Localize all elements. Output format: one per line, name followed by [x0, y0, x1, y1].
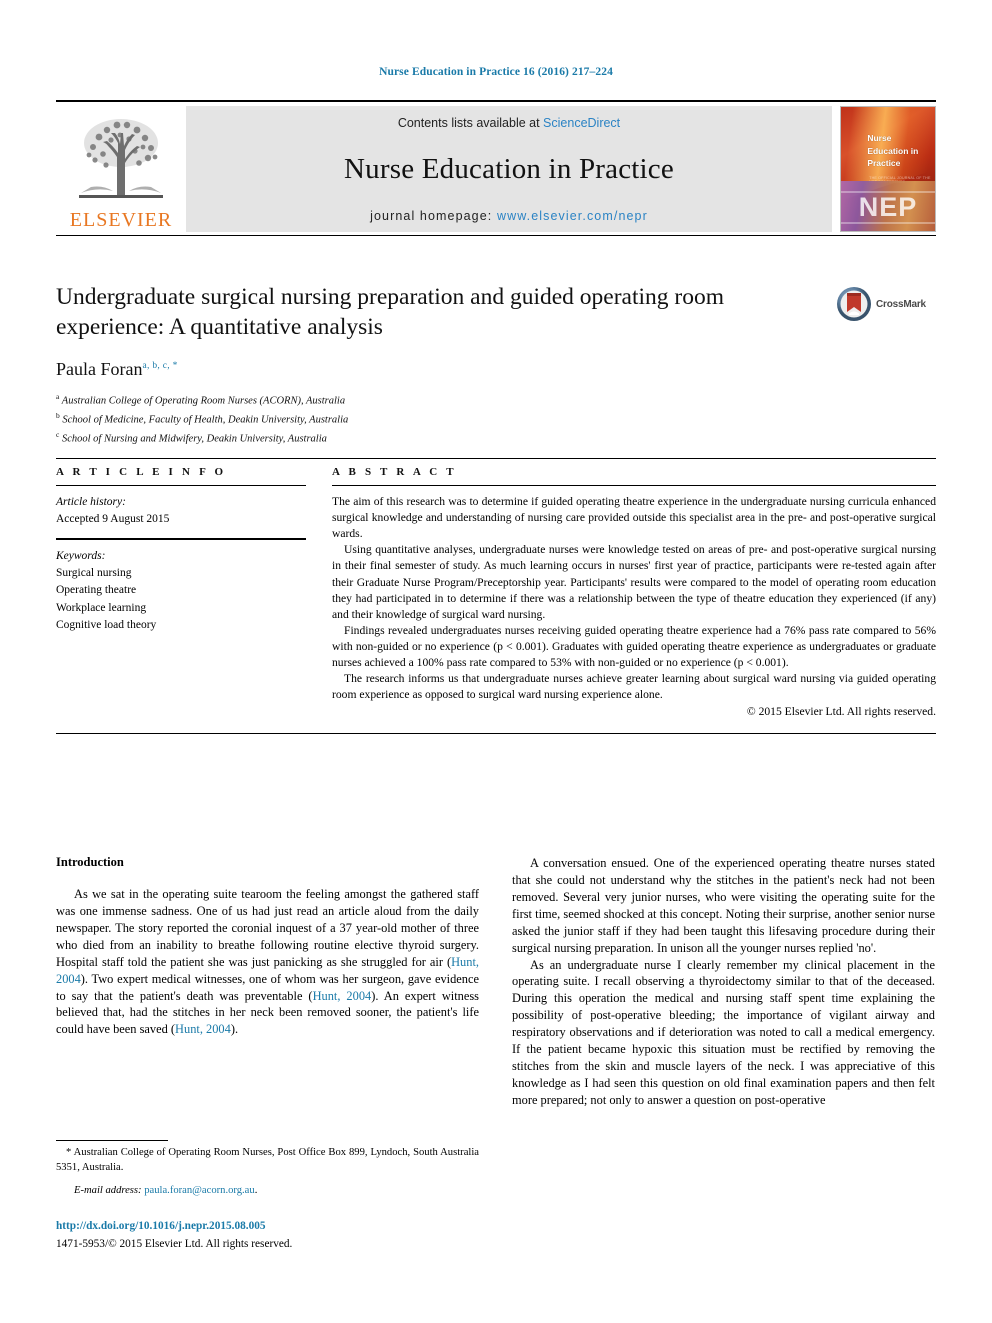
- keyword-item: Operating theatre: [56, 584, 137, 597]
- affiliation-text: School of Medicine, Faculty of Health, D…: [62, 414, 349, 426]
- email-label: E-mail address:: [74, 1184, 142, 1196]
- title-block: CrossMark Undergraduate surgical nursing…: [56, 283, 936, 448]
- body-left-column: Introduction As we sat in the operating …: [56, 855, 479, 1109]
- abstract-rule: [332, 485, 936, 486]
- article-info-column: A R T I C L E I N F O Article history: A…: [56, 466, 306, 721]
- keywords-list: Surgical nursing Operating theatre Workp…: [56, 565, 306, 635]
- author-line: Paula Forana, b, c, *: [56, 359, 936, 380]
- body-text-fragment: As we sat in the operating suite tearoom…: [56, 887, 479, 969]
- cover-acronym: NEP: [858, 192, 918, 223]
- journal-homepage-line: journal homepage: www.elsevier.com/nepr: [370, 209, 648, 223]
- elsevier-wordmark: ELSEVIER: [69, 209, 173, 231]
- sciencedirect-link[interactable]: ScienceDirect: [543, 116, 620, 130]
- author-name: Paula Foran: [56, 358, 143, 379]
- affiliation-text: School of Nursing and Midwifery, Deakin …: [61, 433, 327, 445]
- running-head: Nurse Education in Practice 16 (2016) 21…: [379, 66, 613, 78]
- footnote-address-text: Australian College of Operating Room Nur…: [56, 1147, 479, 1173]
- body-paragraph: As an undergraduate nurse I clearly reme…: [512, 957, 935, 1107]
- info-abstract-top-rule: [56, 458, 936, 459]
- cover-title-line-3: Practice: [867, 158, 901, 169]
- info-abstract-bottom-rule: [56, 732, 936, 734]
- footnote-marker: *: [66, 1147, 72, 1158]
- article-info-heading: A R T I C L E I N F O: [56, 466, 227, 478]
- elsevier-tree-icon: [79, 119, 163, 198]
- crossmark-icon: [837, 287, 871, 321]
- body-text-fragment: ).: [230, 1022, 239, 1037]
- crossmark-badge[interactable]: CrossMark: [836, 286, 936, 322]
- author-affiliation-marks: a, b, c, *: [142, 360, 178, 371]
- footnote-rule: [56, 1140, 168, 1141]
- affiliation-mark: c: [56, 429, 60, 439]
- abstract-copyright: © 2015 Elsevier Ltd. All rights reserved…: [746, 705, 936, 719]
- affiliation-mark: a: [56, 391, 60, 401]
- homepage-url-link[interactable]: www.elsevier.com/nepr: [497, 209, 648, 223]
- crossmark-label: CrossMark: [876, 298, 926, 310]
- citation-link[interactable]: Hunt, 2004: [175, 1022, 231, 1036]
- body-right-column: A conversation ensued. One of the experi…: [512, 855, 935, 1109]
- email-suffix: .: [254, 1184, 258, 1196]
- affiliation-text: Australian College of Operating Room Nur…: [61, 395, 346, 407]
- keywords-label: Keywords:: [56, 549, 106, 562]
- abstract-paragraph: The research informs us that undergradua…: [332, 672, 936, 702]
- affiliation-list: a Australian College of Operating Room N…: [56, 391, 936, 448]
- footer-doi-block: http://dx.doi.org/10.1016/j.nepr.2015.08…: [56, 1219, 479, 1253]
- section-heading-introduction: Introduction: [56, 855, 124, 869]
- issn-copyright-line: 1471-5953/© 2015 Elsevier Ltd. All right…: [56, 1238, 293, 1251]
- contents-lists-line: Contents lists available at ScienceDirec…: [398, 116, 620, 130]
- info-abstract-section: A R T I C L E I N F O Article history: A…: [56, 458, 936, 734]
- cover-title-line-2: Education in: [867, 145, 919, 156]
- page-title: Undergraduate surgical nursing preparati…: [56, 284, 725, 340]
- journal-title: Nurse Education in Practice: [344, 153, 674, 185]
- header-bottom-rule: [56, 235, 936, 236]
- abstract-paragraph: Using quantitative analyses, undergradua…: [332, 543, 936, 621]
- footnote-address: * Australian College of Operating Room N…: [56, 1146, 479, 1176]
- footnote-email-line: E-mail address: paula.foran@acorn.org.au…: [56, 1184, 479, 1199]
- affiliation-item: b School of Medicine, Faculty of Health,…: [56, 410, 936, 429]
- journal-header-center: Contents lists available at ScienceDirec…: [186, 106, 832, 232]
- abstract-heading: A B S T R A C T: [332, 466, 457, 478]
- cover-title-text: Nurse Education in Practice: [867, 132, 918, 170]
- journal-header-band: ELSEVIER Contents lists available at Sci…: [56, 100, 936, 232]
- affiliation-item: c School of Nursing and Midwifery, Deaki…: [56, 429, 936, 448]
- abstract-paragraph: The aim of this research was to determin…: [332, 495, 936, 541]
- keyword-item: Workplace learning: [56, 601, 147, 614]
- elsevier-logo: ELSEVIER: [56, 106, 186, 232]
- body-columns: Introduction As we sat in the operating …: [56, 855, 936, 1109]
- contents-lists-prefix: Contents lists available at: [397, 116, 544, 130]
- doi-link[interactable]: http://dx.doi.org/10.1016/j.nepr.2015.08…: [56, 1219, 479, 1234]
- keyword-item: Surgical nursing: [56, 566, 132, 579]
- article-page: Nurse Education in Practice 16 (2016) 21…: [0, 0, 992, 1323]
- journal-cover-thumbnail: Nurse Education in Practice THE OFFICIAL…: [840, 106, 936, 232]
- affiliation-mark: b: [56, 410, 60, 420]
- article-history-value: Accepted 9 August 2015: [56, 513, 170, 526]
- abstract-paragraph: Findings revealed undergraduates nurses …: [332, 623, 936, 670]
- citation-link[interactable]: Hunt, 2004: [313, 989, 372, 1003]
- email-link[interactable]: paula.foran@acorn.org.au: [144, 1185, 254, 1196]
- body-paragraph: As we sat in the operating suite tearoom…: [56, 886, 479, 1038]
- body-paragraph: A conversation ensued. One of the experi…: [512, 856, 935, 955]
- keywords-divider: [56, 537, 306, 540]
- keyword-item: Cognitive load theory: [56, 619, 157, 632]
- article-history-label: Article history:: [56, 496, 126, 508]
- abstract-column: A B S T R A C T The aim of this research…: [332, 466, 936, 721]
- corresponding-author-footnote: * Australian College of Operating Room N…: [56, 1140, 479, 1198]
- affiliation-item: a Australian College of Operating Room N…: [56, 391, 936, 410]
- article-info-rule: [56, 485, 306, 486]
- homepage-prefix: journal homepage:: [370, 209, 497, 223]
- cover-title-line-1: Nurse: [867, 132, 892, 143]
